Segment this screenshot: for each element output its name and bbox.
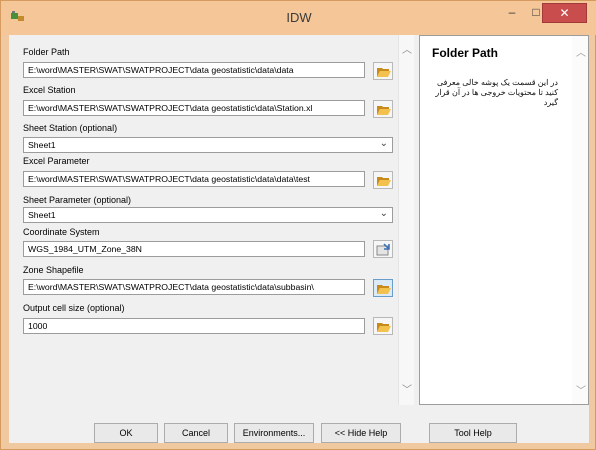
excel-parameter-input[interactable]: E:\word\MASTER\SWAT\SWATPROJECT\data geo… [23,171,365,187]
folder-path-input[interactable]: E:\word\MASTER\SWAT\SWATPROJECT\data geo… [23,62,365,78]
open-folder-icon [377,323,391,332]
output-cell-size-browse-button[interactable] [373,317,393,335]
scroll-down-icon[interactable]: ﹀ [576,382,586,397]
cancel-button[interactable]: Cancel [164,423,228,443]
coordinate-system-input[interactable]: WGS_1984_UTM_Zone_38N [23,241,365,257]
sheet-parameter-value: Sheet1 [28,210,56,220]
ok-button[interactable]: OK [94,423,158,443]
spatial-reference-icon [376,243,390,256]
help-title: Folder Path [432,46,499,60]
open-folder-icon [377,285,391,294]
help-description: در این قسمت یک پوشه خالی معرفی کنید تا م… [435,78,558,107]
minimize-button[interactable]: – [499,3,525,23]
environments-button[interactable]: Environments... [234,423,314,443]
help-scrollbar[interactable]: ︿ ﹀ [572,36,588,404]
folder-path-label: Folder Path [23,47,70,57]
folder-path-browse-button[interactable] [373,62,393,80]
chevron-down-icon: ⌄ [379,138,388,149]
coordinate-system-button[interactable] [373,240,393,258]
sheet-parameter-select[interactable]: Sheet1 ⌄ [23,207,393,223]
excel-parameter-browse-button[interactable] [373,171,393,189]
close-button[interactable]: ✕ [542,3,587,23]
parameters-panel: Folder Path E:\word\MASTER\SWAT\SWATPROJ… [9,35,414,405]
parameters-scrollbar[interactable]: ︿ ﹀ [398,35,414,405]
dialog-body: Folder Path E:\word\MASTER\SWAT\SWATPROJ… [9,35,589,443]
idw-dialog-window: IDW – □ ✕ Folder Path E:\word\MASTER\SWA… [0,0,596,450]
title-bar[interactable]: IDW – □ ✕ [1,1,596,35]
zone-shapefile-label: Zone Shapefile [23,265,84,275]
open-folder-icon [377,68,391,77]
sheet-station-value: Sheet1 [28,140,56,150]
excel-station-label: Excel Station [23,85,76,95]
scroll-down-icon[interactable]: ﹀ [402,381,412,396]
output-cell-size-input[interactable]: 1000 [23,318,365,334]
open-folder-icon [377,106,391,115]
tool-help-button[interactable]: Tool Help [429,423,517,443]
sheet-station-select[interactable]: Sheet1 ⌄ [23,137,393,153]
coordinate-system-label: Coordinate System [23,227,100,237]
hide-help-button[interactable]: << Hide Help [321,423,401,443]
output-cell-size-label: Output cell size (optional) [23,303,125,313]
help-panel: Folder Path در این قسمت یک پوشه خالی معر… [419,35,589,405]
excel-station-input[interactable]: E:\word\MASTER\SWAT\SWATPROJECT\data geo… [23,100,365,116]
scroll-up-icon[interactable]: ︿ [576,44,586,59]
zone-shapefile-input[interactable]: E:\word\MASTER\SWAT\SWATPROJECT\data geo… [23,279,365,295]
excel-station-browse-button[interactable] [373,100,393,118]
sheet-parameter-label: Sheet Parameter (optional) [23,195,132,205]
zone-shapefile-browse-button[interactable] [373,279,393,297]
excel-parameter-label: Excel Parameter [23,156,90,166]
button-bar: OK Cancel Environments... << Hide Help T… [9,407,589,443]
sheet-station-label: Sheet Station (optional) [23,123,118,133]
open-folder-icon [377,177,391,186]
scroll-up-icon[interactable]: ︿ [402,41,412,56]
chevron-down-icon: ⌄ [379,208,388,219]
